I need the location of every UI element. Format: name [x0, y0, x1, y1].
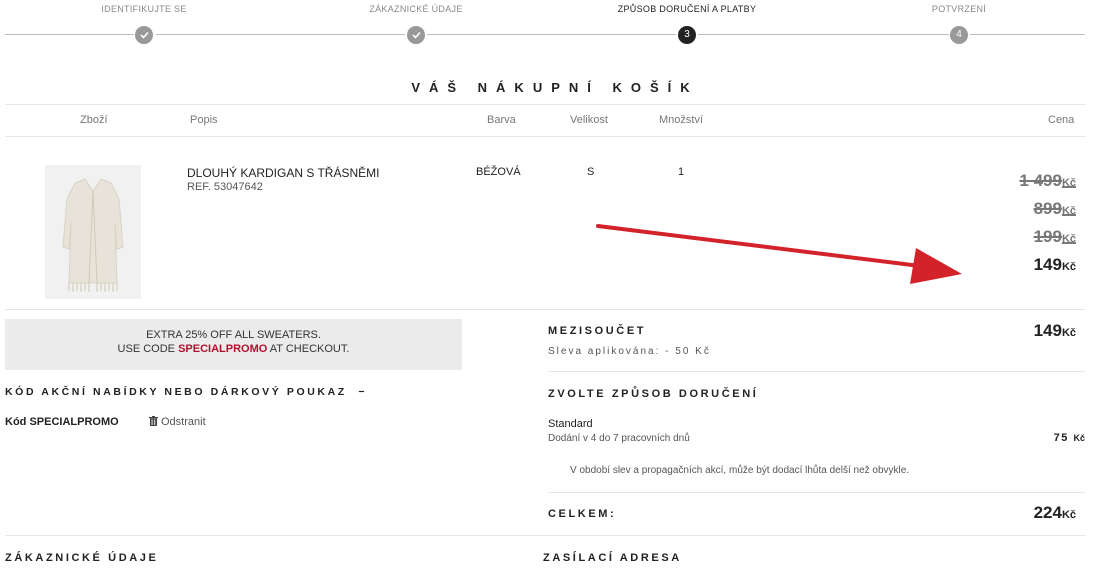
step-number: 4 [950, 26, 968, 44]
original-price: 1 499Kč [1019, 171, 1076, 190]
check-icon [135, 26, 153, 44]
product-color: BÉŽOVÁ [476, 166, 521, 178]
step-label: ZÁKAZNICKÉ ÚDAJE [369, 4, 463, 14]
column-header-quantity: Množství [659, 114, 704, 126]
total-label: CELKEM: [548, 508, 617, 520]
stepper-line [5, 34, 134, 35]
product-size: S [587, 166, 595, 178]
column-header-color: Barva [487, 114, 516, 126]
column-header-size: Velikost [570, 114, 608, 126]
step-label: IDENTIFIKUJTE SE [101, 4, 187, 14]
step-label: POTVRZENÍ [931, 4, 987, 14]
promo-line-1: EXTRA 25% OFF ALL SWEATERS. [146, 329, 321, 341]
stepper-line [698, 34, 949, 35]
applied-voucher-code: Kód SPECIALPROMO [5, 416, 119, 428]
divider [5, 104, 1085, 105]
shipping-heading: ZVOLTE ZPŮSOB DORUČENÍ [548, 388, 759, 400]
checkout-stepper: IDENTIFIKUJTE SE ZÁKAZNICKÉ ÚDAJE ZPŮSOB… [0, 0, 1110, 50]
column-header-description: Popis [190, 114, 218, 126]
previous-price: 899Kč [1033, 199, 1076, 218]
discount-applied-text: Sleva aplikována: - 50 Kč [548, 346, 711, 357]
column-header-price: Cena [1048, 114, 1075, 126]
shipping-delivery-time: Dodání v 4 do 7 pracovních dnů [548, 433, 690, 444]
sale-price: 199Kč [1033, 227, 1076, 246]
cart-title: VÁŠ NÁKUPNÍ KOŠÍK [411, 80, 699, 95]
subtotal-label: MEZISOUČET [548, 325, 647, 337]
stepper-line [156, 34, 405, 35]
promo-banner: EXTRA 25% OFF ALL SWEATERS. USE CODE SPE… [5, 319, 462, 370]
product-ref: REF. 53047642 [187, 181, 263, 193]
product-name[interactable]: DLOUHÝ KARDIGAN S TŘÁSNĚMI [187, 166, 379, 180]
step-identify[interactable]: IDENTIFIKUJTE SE [34, 0, 254, 44]
shipping-price: 75 Kč [1053, 432, 1085, 444]
trash-icon [149, 416, 158, 429]
step-confirmation: POTVRZENÍ 4 [849, 0, 1069, 44]
check-icon [407, 26, 425, 44]
product-image[interactable] [45, 165, 141, 299]
subtotal-amount: 149Kč [1033, 321, 1076, 340]
divider [5, 136, 1085, 137]
shipping-address-heading: ZASÍLACÍ ADRESA [543, 552, 682, 564]
remove-voucher-button[interactable]: Odstranit [149, 416, 206, 429]
step-label: ZPŮSOB DORUČENÍ A PLATBY [617, 4, 757, 14]
divider [548, 371, 1085, 372]
collapse-icon[interactable]: − [358, 386, 367, 398]
annotation-arrow-icon [596, 224, 962, 284]
product-quantity: 1 [678, 166, 685, 178]
column-header-item: Zboží [80, 114, 108, 126]
stepper-line [427, 34, 676, 35]
total-amount: 224Kč [1033, 503, 1076, 522]
step-delivery-payment: ZPŮSOB DORUČENÍ A PLATBY 3 [577, 0, 797, 44]
promo-line-2: USE CODE SPECIALPROMO AT CHECKOUT. [117, 343, 350, 355]
divider [5, 309, 1085, 310]
step-number: 3 [678, 26, 696, 44]
divider [5, 535, 1085, 536]
stepper-line [970, 34, 1085, 35]
final-price: 149Kč [1033, 255, 1076, 274]
shipping-note: V období slev a propagačních akcí, může … [570, 465, 910, 476]
divider [548, 492, 1085, 493]
step-customer-details[interactable]: ZÁKAZNICKÉ ÚDAJE [306, 0, 526, 44]
price-stack: 1 499Kč 899Kč 199Kč 149Kč [1019, 168, 1076, 280]
voucher-heading[interactable]: KÓD AKČNÍ NABÍDKY NEBO DÁRKOVÝ POUKAZ − [5, 386, 367, 398]
shipping-method-standard[interactable]: Standard [548, 418, 593, 430]
customer-details-heading: ZÁKAZNICKÉ ÚDAJE [5, 552, 159, 564]
promo-code: SPECIALPROMO [178, 343, 268, 355]
